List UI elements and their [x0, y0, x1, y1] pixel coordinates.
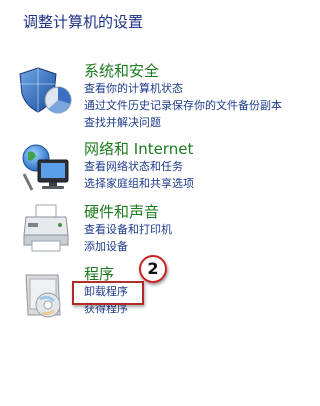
link-view-computer-status[interactable]: 查看你的计算机状态	[84, 82, 183, 96]
security-shield-icon[interactable]	[18, 64, 74, 120]
link-file-history-backup[interactable]: 通过文件历史记录保存你的文件备份副本	[84, 99, 282, 113]
link-troubleshoot[interactable]: 查找并解决问题	[84, 116, 161, 130]
link-network-status[interactable]: 查看网络状态和任务	[84, 160, 183, 174]
programs-icon[interactable]	[18, 269, 74, 325]
link-homegroup-sharing[interactable]: 选择家庭组和共享选项	[84, 177, 194, 191]
category-title[interactable]: 硬件和声音	[84, 203, 159, 221]
link-add-device[interactable]: 添加设备	[84, 240, 128, 254]
category-title[interactable]: 网络和 Internet	[84, 140, 193, 158]
printer-icon[interactable]	[18, 201, 74, 257]
link-devices-printers[interactable]: 查看设备和打印机	[84, 223, 172, 237]
network-icon[interactable]	[18, 140, 74, 196]
uninstall-highlight-box	[72, 281, 144, 305]
category-title[interactable]: 系统和安全	[84, 62, 159, 80]
page-title: 调整计算机的设置	[23, 13, 144, 31]
step-number-badge: 2	[139, 255, 167, 283]
